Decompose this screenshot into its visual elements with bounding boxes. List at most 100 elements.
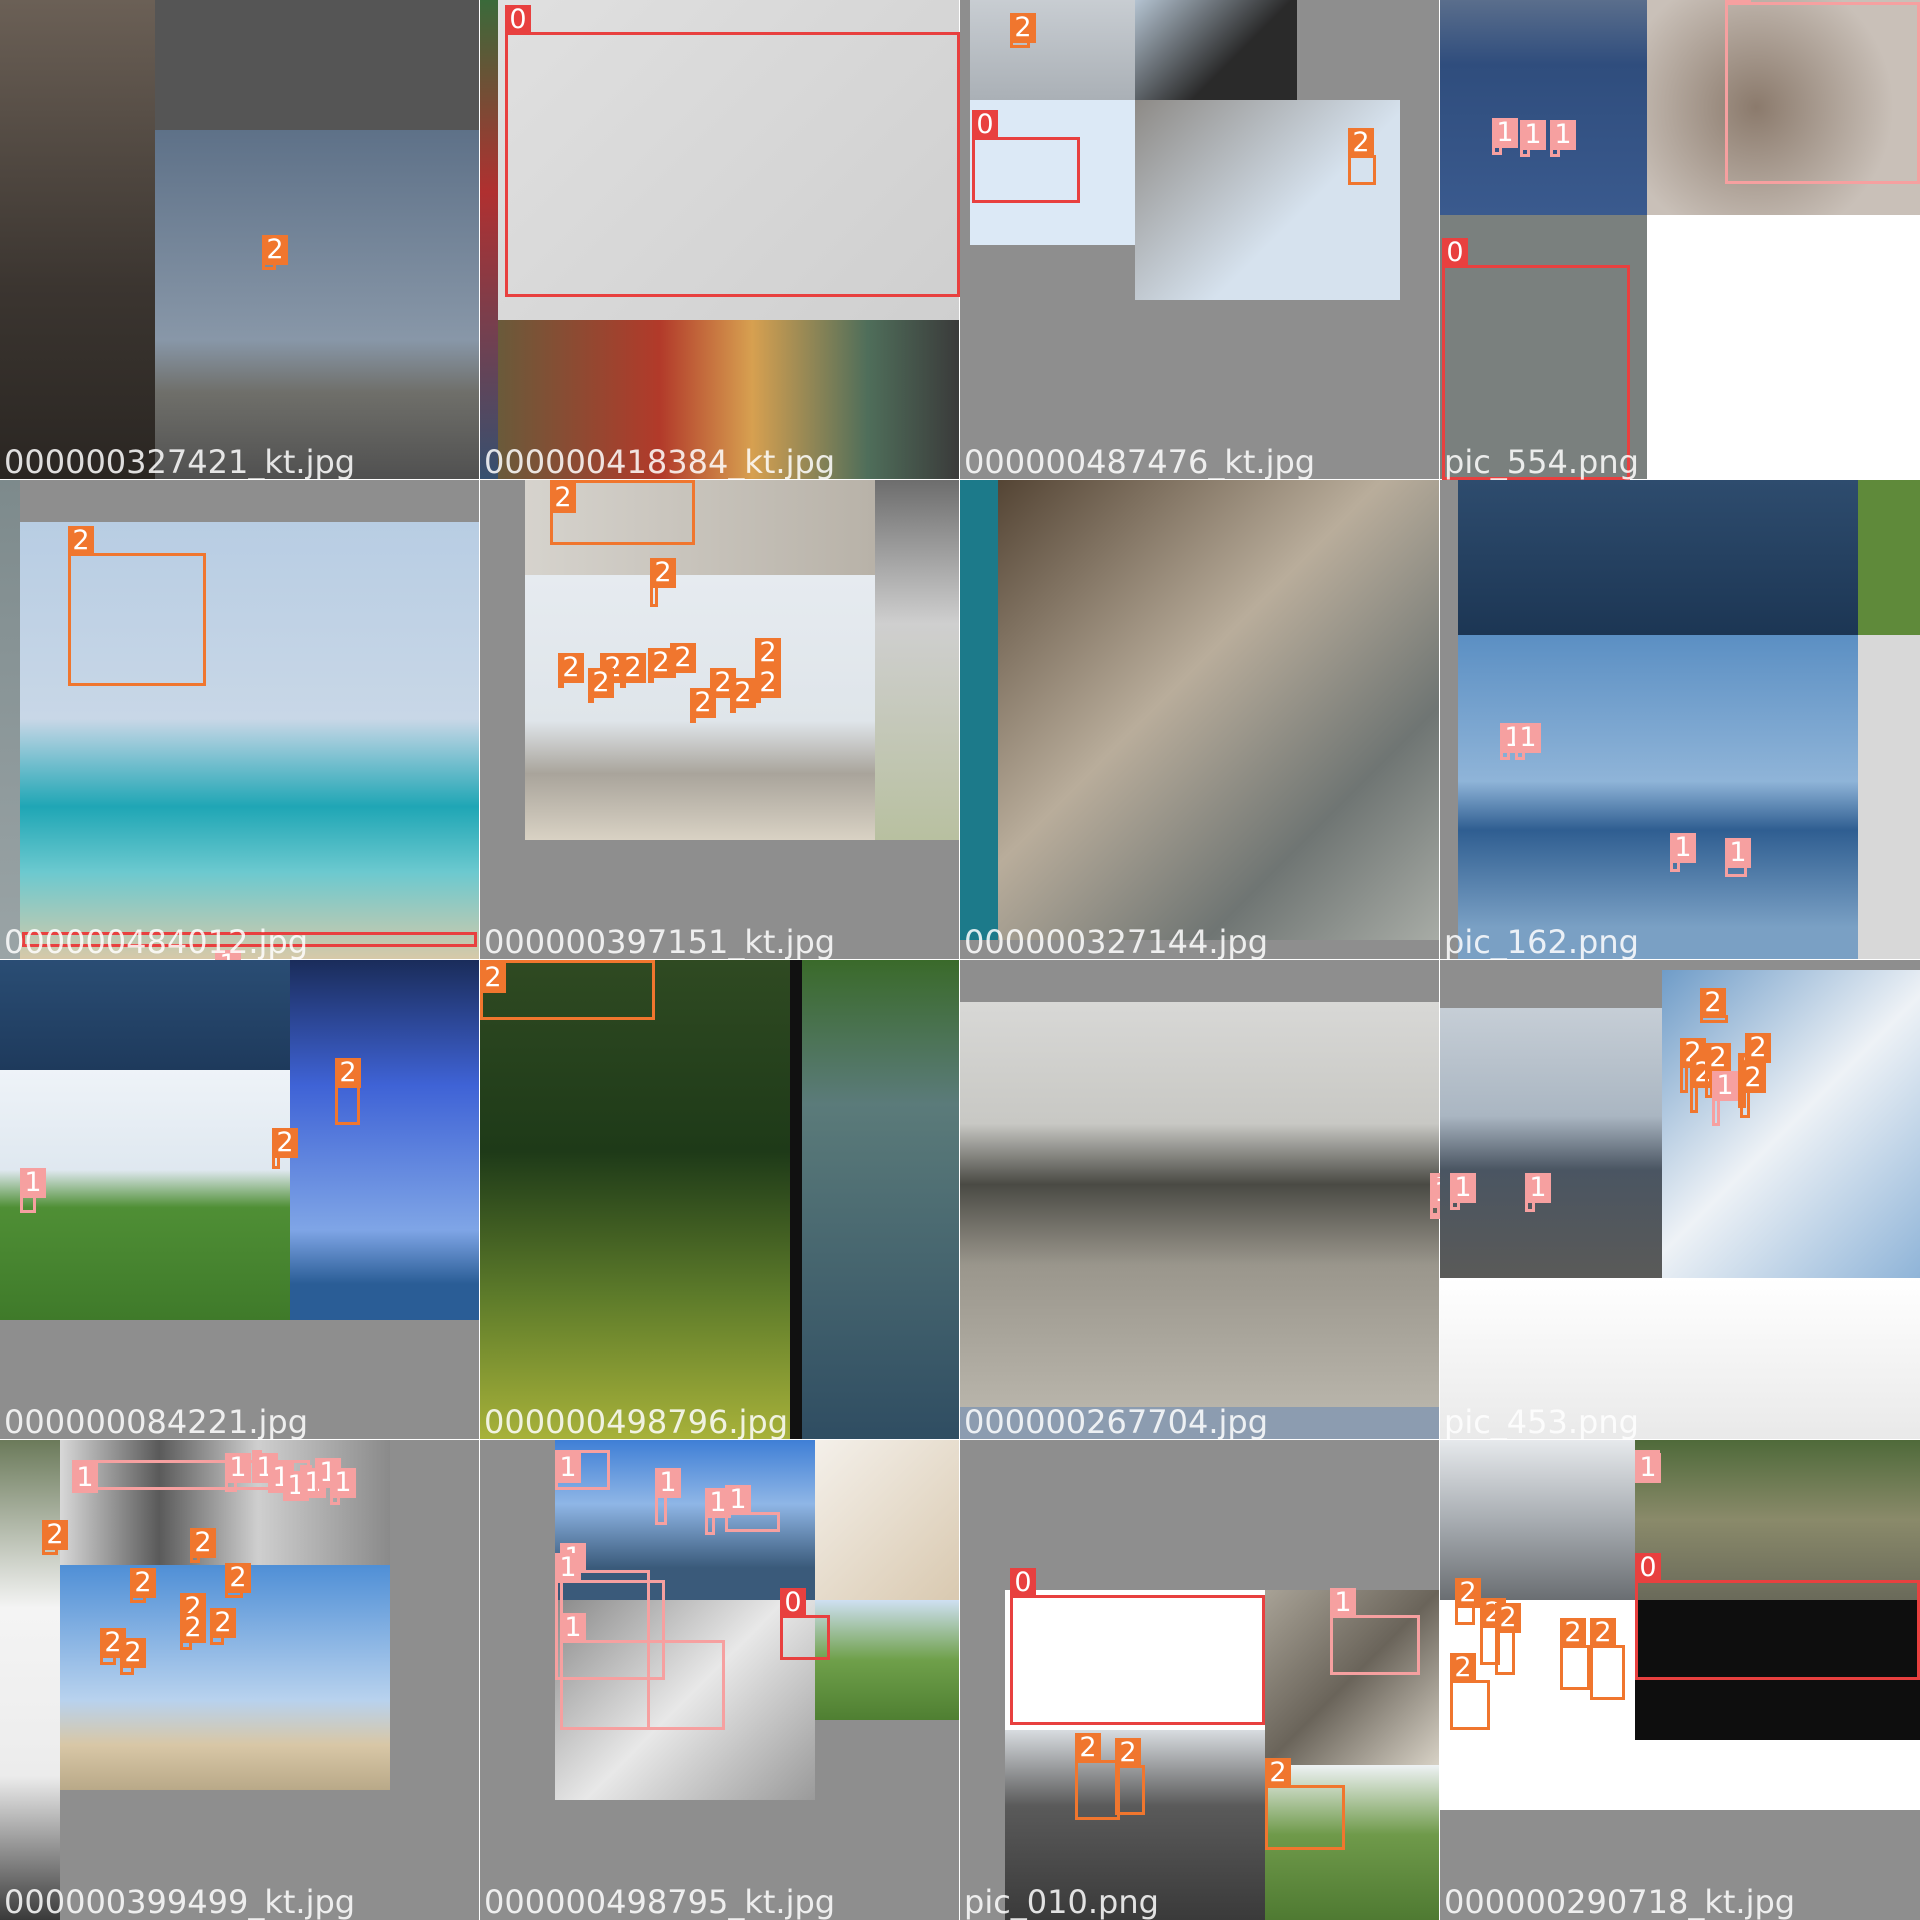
tile-filename: 000000327421_kt.jpg bbox=[4, 443, 356, 480]
image-tile[interactable]: 000000397151_kt.jpg 2222222222222 bbox=[479, 479, 961, 961]
bbox-class-2: 2 bbox=[558, 653, 584, 688]
bbox-class-2: 2 bbox=[180, 1613, 206, 1650]
image-tile[interactable]: 000000498796.jpg 2 bbox=[479, 959, 961, 1441]
class-label: 2 bbox=[690, 688, 716, 718]
image-tile[interactable]: 000000498795_kt.jpg 11111110 bbox=[479, 1439, 961, 1920]
bbox-class-0: 0 bbox=[505, 5, 960, 297]
bbox-class-2: 2 bbox=[190, 1528, 216, 1563]
bbox-class-1: 1 bbox=[1515, 723, 1541, 760]
class-label: 2 bbox=[620, 653, 646, 683]
bbox-class-2: 2 bbox=[620, 653, 646, 688]
class-label: 1 bbox=[1450, 1173, 1476, 1203]
bbox-class-1: 1 bbox=[1500, 723, 1526, 760]
class-label: 1 bbox=[1515, 723, 1541, 753]
class-label: 1 bbox=[1712, 1071, 1738, 1101]
bbox-class-1: 1 bbox=[268, 1460, 294, 1493]
bbox-class-1: 1 bbox=[330, 1468, 356, 1505]
class-label: 0 bbox=[1010, 1568, 1036, 1598]
image-tile[interactable]: 2 000000327421_kt.jpg bbox=[0, 0, 481, 481]
class-label: 2 bbox=[190, 1528, 216, 1558]
class-label: 2 bbox=[1115, 1738, 1141, 1768]
class-label: 2 bbox=[1700, 988, 1726, 1018]
bbox-class-2: 2 bbox=[68, 526, 206, 686]
photo-grass bbox=[1858, 480, 1920, 635]
bbox-class-0: 0 bbox=[972, 110, 1080, 203]
bbox-class-1: 1 bbox=[1712, 1071, 1738, 1126]
bbox-class-2: 2 bbox=[1265, 1758, 1345, 1850]
bbox-class-2: 2 bbox=[1075, 1733, 1120, 1820]
bbox-class-2: 2 bbox=[130, 1568, 156, 1603]
tile-filename: pic_554.png bbox=[1444, 443, 1639, 480]
photo-sheep bbox=[1635, 1440, 1920, 1600]
image-tile[interactable]: 0 000000418384_kt.jpg bbox=[479, 0, 961, 481]
bbox-class-1: 1 bbox=[300, 1465, 326, 1498]
class-label: 2 bbox=[1455, 1578, 1481, 1608]
bbox-class-2: 2 bbox=[262, 235, 288, 270]
image-tile[interactable]: 000000399499_kt.jpg 11111111222222222 bbox=[0, 1439, 481, 1920]
bbox-class-2: 2 bbox=[1455, 1578, 1481, 1625]
bbox-class-2: 2 bbox=[1450, 1653, 1490, 1730]
class-label: 1 bbox=[1492, 118, 1518, 148]
tile-filename: 000000487476_kt.jpg bbox=[964, 443, 1316, 480]
mosaic-grid: 2 000000327421_kt.jpg 0 000000418384_kt.… bbox=[0, 0, 1920, 1920]
class-label: 1 bbox=[1430, 1178, 1440, 1208]
image-tile[interactable]: pic_010.png 01222 bbox=[959, 1439, 1441, 1920]
bbox-class-1: 1 bbox=[1550, 120, 1576, 157]
bbox-class-1: 1 bbox=[283, 1468, 309, 1501]
class-label: 2 bbox=[262, 235, 288, 265]
class-label: 1 bbox=[1520, 120, 1546, 150]
photo-blue-sky bbox=[290, 960, 480, 1320]
class-label: 0 bbox=[505, 5, 531, 35]
class-label: 2 bbox=[1450, 1653, 1476, 1683]
class-label: 1 bbox=[1330, 1588, 1356, 1618]
image-tile[interactable]: 000000290718_kt.jpg 21022222 bbox=[1439, 1439, 1920, 1920]
photo-boat-sea bbox=[0, 960, 290, 1070]
bbox-class-2: 2 bbox=[1690, 1058, 1716, 1113]
class-label: 1 bbox=[1725, 0, 1751, 5]
photo-top-band bbox=[960, 960, 1440, 1002]
photo-plaza bbox=[155, 0, 480, 130]
image-tile[interactable]: 000000084221.jpg 2 2 1 bbox=[0, 959, 481, 1441]
photo-white bbox=[1647, 215, 1920, 480]
class-label: 2 bbox=[1348, 128, 1374, 158]
bbox-class-2: 2 bbox=[42, 1520, 68, 1555]
bbox-class-2: 2 bbox=[1680, 1038, 1706, 1093]
photo-elephants bbox=[960, 1002, 1440, 1407]
class-label: 1 bbox=[1525, 1173, 1551, 1203]
bbox-class-1: 1 bbox=[1492, 118, 1518, 155]
class-label: 2 bbox=[1495, 1603, 1521, 1633]
bbox-class-1: 1 bbox=[555, 1450, 610, 1490]
bbox-class-1: 1 bbox=[1330, 1588, 1420, 1675]
bbox-class-2: 2 bbox=[1740, 1063, 1766, 1118]
class-label: 1 bbox=[330, 1468, 356, 1498]
tile-filename: 000000498795_kt.jpg bbox=[484, 1883, 836, 1920]
bbox-class-2: 2 bbox=[648, 648, 674, 683]
class-label: 2 bbox=[558, 653, 584, 683]
bbox-class-2: 2 bbox=[335, 1058, 361, 1125]
image-tile[interactable]: 000000267704.jpg 11 bbox=[959, 959, 1441, 1441]
class-label: 2 bbox=[1590, 1618, 1616, 1648]
bbox-class-2: 2 bbox=[120, 1638, 146, 1675]
photo-building bbox=[0, 0, 155, 480]
image-tile[interactable]: pic_453.png 2222222111 bbox=[1439, 959, 1920, 1441]
image-tile[interactable]: 1 1 1 1 0 pic_554.png bbox=[1439, 0, 1920, 481]
tile-filename: 000000084221.jpg bbox=[4, 1403, 308, 1440]
bbox-class-2: 2 bbox=[1348, 128, 1376, 185]
photo-kite-beach-2 bbox=[60, 1565, 390, 1790]
tile-filename: 000000327144.jpg bbox=[964, 923, 1268, 960]
class-label: 2 bbox=[1560, 1618, 1586, 1648]
image-tile[interactable]: 2 0 2 000000487476_kt.jpg bbox=[959, 0, 1441, 481]
bbox-class-2: 2 bbox=[650, 558, 676, 607]
tile-filename: pic_010.png bbox=[964, 1883, 1159, 1920]
class-label: 2 bbox=[650, 558, 676, 588]
class-label: 1 bbox=[20, 1168, 46, 1198]
class-label: 0 bbox=[780, 1588, 806, 1618]
image-tile[interactable]: 000000327144.jpg bbox=[959, 479, 1441, 961]
class-label: 2 bbox=[272, 1128, 298, 1158]
photo-beach bbox=[970, 0, 1135, 100]
image-tile[interactable]: 2 1 000000484012.jpg bbox=[0, 479, 481, 961]
class-label: 0 bbox=[972, 110, 998, 140]
class-label: 1 bbox=[555, 1453, 581, 1483]
bbox-class-2: 2 bbox=[1495, 1603, 1521, 1675]
image-tile[interactable]: pic_162.png 1111 bbox=[1439, 479, 1920, 961]
